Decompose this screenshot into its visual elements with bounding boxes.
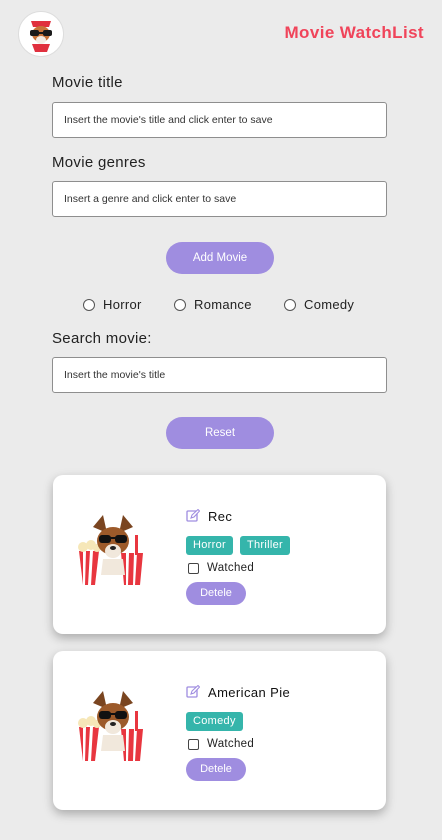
movie-title-label: Movie title [52,74,123,91]
reset-button[interactable]: Reset [166,417,274,449]
search-label: Search movie: [52,330,152,347]
radio-button[interactable] [83,298,95,311]
filter-label-comedy: Comedy [304,297,355,312]
movie-card: American Pie Comedy Watched Detele [53,651,386,810]
genre-tag: Horror [186,536,233,555]
checkbox[interactable] [188,738,199,750]
delete-button[interactable]: Detele [186,758,246,781]
genre-filter: Horror Romance Comedy [0,297,442,315]
edit-icon[interactable] [186,509,200,523]
movie-genres-label: Movie genres [52,154,146,171]
dog-with-sunglasses-icon [19,12,63,56]
filter-radio-comedy[interactable]: Comedy [284,297,354,312]
movie-title: American Pie [208,685,291,700]
watched-checkbox[interactable]: Watched [188,738,254,750]
genre-tags: Comedy [186,712,243,731]
movie-title-input[interactable]: Insert the movie's title and click enter… [52,102,387,138]
watched-label: Watched [207,562,255,574]
search-input[interactable]: Insert the movie's title [52,357,387,393]
radio-button[interactable] [284,298,296,311]
radio-button[interactable] [174,298,186,311]
genre-tags: Horror Thriller [186,536,290,555]
edit-icon[interactable] [186,685,200,699]
genre-tag: Comedy [186,712,243,731]
filter-label-romance: Romance [194,297,252,312]
movie-title: Rec [208,509,233,524]
watched-checkbox[interactable]: Watched [188,562,254,574]
filter-radio-horror[interactable]: Horror [83,297,142,312]
popcorn-dog-icon [78,515,143,591]
checkbox[interactable] [188,562,199,574]
movie-genres-input[interactable]: Insert a genre and click enter to save [52,181,387,217]
delete-button[interactable]: Detele [186,582,246,605]
filter-label-horror: Horror [103,297,142,312]
movie-card: Rec Horror Thriller Watched Detele [53,475,386,634]
app-title: Movie WatchList [284,23,424,42]
watched-label: Watched [207,738,255,750]
genre-tag: Thriller [239,536,290,555]
popcorn-dog-icon [78,691,143,767]
app-logo [18,11,64,57]
filter-radio-romance[interactable]: Romance [174,297,252,312]
add-movie-button[interactable]: Add Movie [166,242,274,274]
